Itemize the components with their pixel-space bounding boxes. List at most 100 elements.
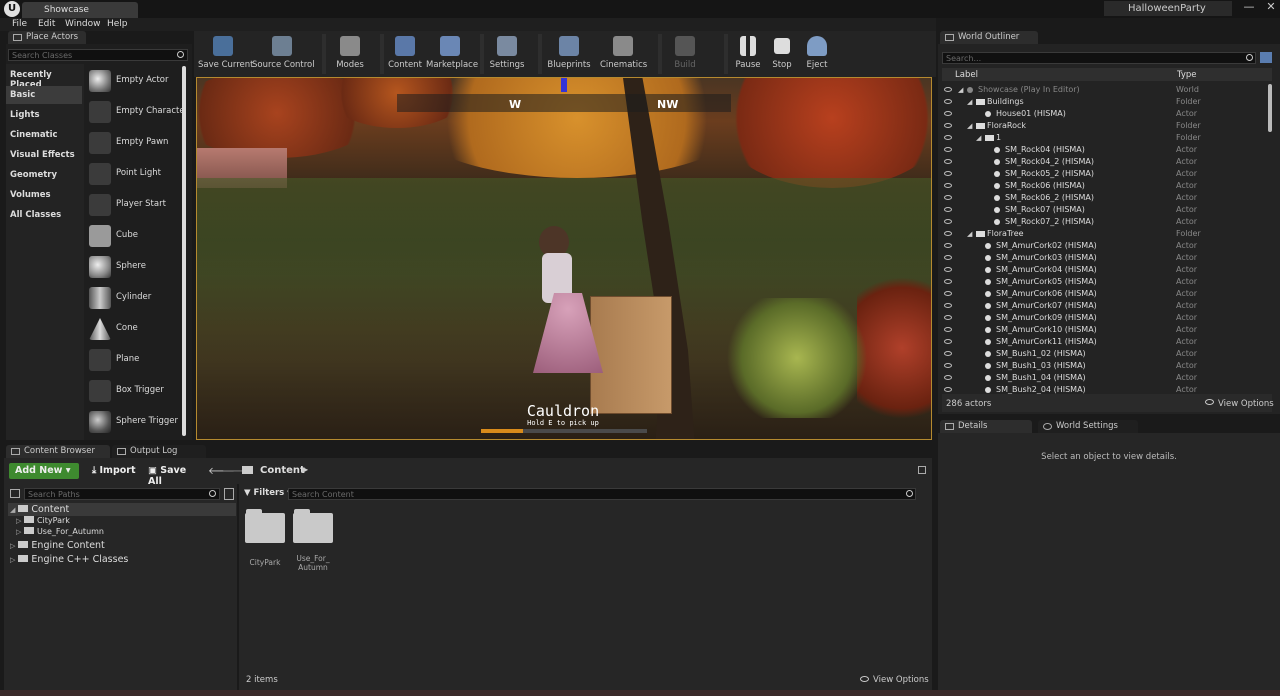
tree-item[interactable]: ◢ Content [10, 504, 69, 515]
marketplace-button[interactable]: Marketplace [426, 34, 478, 74]
visibility-eye-icon[interactable] [944, 267, 952, 272]
outliner-row[interactable]: ◢ Buildings Folder [942, 96, 1272, 108]
outliner-row[interactable]: SM_AmurCork02 (HISMA) Actor [942, 240, 1272, 252]
outliner-row[interactable]: SM_Rock04_2 (HISMA) Actor [942, 156, 1272, 168]
outliner-row[interactable]: SM_Rock06_2 (HISMA) Actor [942, 192, 1272, 204]
path-breadcrumb[interactable]: Content [260, 465, 305, 476]
folder-tree-icon[interactable] [10, 489, 20, 498]
outliner-row[interactable]: SM_Rock04 (HISMA) Actor [942, 144, 1272, 156]
outliner-row[interactable]: ◢ 1 Folder [942, 132, 1272, 144]
actor-player-start[interactable]: Player Start [86, 191, 180, 219]
actor-empty-pawn[interactable]: Empty Pawn [86, 129, 180, 157]
level-tab[interactable]: Showcase [22, 2, 138, 18]
outliner-row[interactable]: SM_Rock07_2 (HISMA) Actor [942, 216, 1272, 228]
outliner-row[interactable]: House01 (HISMA) Actor [942, 108, 1272, 120]
settings-button[interactable]: Settings [488, 34, 526, 74]
visibility-eye-icon[interactable] [944, 171, 952, 176]
visibility-eye-icon[interactable] [944, 387, 952, 392]
visibility-eye-icon[interactable] [944, 339, 952, 344]
menu-help[interactable]: Help [107, 19, 128, 29]
visibility-eye-icon[interactable] [944, 351, 952, 356]
expand-arrow-icon[interactable]: ◢ [967, 230, 972, 238]
expand-arrow-icon[interactable]: ◢ [976, 134, 981, 142]
visibility-eye-icon[interactable] [944, 243, 952, 248]
visibility-eye-icon[interactable] [944, 315, 952, 320]
search-classes-input[interactable]: Search Classes [8, 49, 188, 61]
add-new-button[interactable]: Add New ▾ [9, 463, 79, 479]
expand-arrow-icon[interactable]: ▷ [16, 528, 21, 536]
visibility-eye-icon[interactable] [944, 291, 952, 296]
chevron-right-icon[interactable]: ▶ [302, 465, 308, 474]
expand-arrow-icon[interactable]: ▷ [10, 542, 15, 550]
tab-world-outliner[interactable]: World Outliner [940, 31, 1038, 44]
content-view-options[interactable]: View Options [873, 675, 929, 685]
category-visual-effects[interactable]: Visual Effects [6, 146, 82, 164]
visibility-eye-icon[interactable] [944, 279, 952, 284]
outliner-row[interactable]: SM_AmurCork05 (HISMA) Actor [942, 276, 1272, 288]
search-content-input[interactable]: Search Content [288, 488, 916, 500]
visibility-eye-icon[interactable] [944, 99, 952, 104]
visibility-eye-icon[interactable] [944, 159, 952, 164]
tab-content-browser[interactable]: Content Browser [6, 445, 110, 458]
save-current-button[interactable]: Save Current [198, 34, 254, 74]
expand-arrow-icon[interactable]: ◢ [958, 86, 963, 94]
category-lights[interactable]: Lights [6, 106, 82, 124]
tab-output-log[interactable]: Output Log [112, 445, 206, 458]
visibility-eye-icon[interactable] [944, 195, 952, 200]
outliner-row[interactable]: SM_Bush1_03 (HISMA) Actor [942, 360, 1272, 372]
expand-arrow-icon[interactable]: ◢ [967, 122, 972, 130]
category-cinematic[interactable]: Cinematic [6, 126, 82, 144]
outliner-row[interactable]: ◢ FloraTree Folder [942, 228, 1272, 240]
content-button[interactable]: Content [386, 34, 424, 74]
menu-window[interactable]: Window [65, 19, 101, 29]
visibility-eye-icon[interactable] [944, 363, 952, 368]
cinematics-button[interactable]: Cinematics [600, 34, 647, 74]
tree-item[interactable]: ▷ Engine Content [10, 540, 105, 551]
stop-button[interactable]: Stop [768, 34, 796, 74]
actor-sphere-trigger[interactable]: Sphere Trigger [86, 408, 180, 436]
visibility-eye-icon[interactable] [944, 147, 952, 152]
expand-arrow-icon[interactable]: ▷ [16, 517, 21, 525]
eject-button[interactable]: Eject [802, 34, 832, 74]
game-viewport[interactable]: W NW Cauldron Hold E to pick up [196, 77, 932, 440]
menu-file[interactable]: File [12, 19, 27, 29]
visibility-eye-icon[interactable] [944, 255, 952, 260]
add-folder-icon[interactable] [1260, 52, 1272, 63]
outliner-search-input[interactable]: Search... [942, 52, 1256, 64]
outliner-row[interactable]: SM_AmurCork03 (HISMA) Actor [942, 252, 1272, 264]
visibility-eye-icon[interactable] [944, 375, 952, 380]
category-volumes[interactable]: Volumes [6, 186, 82, 204]
save-all-button[interactable]: ▣ Save All [142, 463, 202, 487]
search-paths-input[interactable]: Search Paths [24, 488, 220, 500]
category-basic[interactable]: Basic [6, 86, 82, 104]
visibility-eye-icon[interactable] [944, 303, 952, 308]
tree-item[interactable]: ▷ CityPark [16, 516, 70, 525]
minimize-button[interactable]: — [1240, 0, 1258, 14]
outliner-row[interactable]: SM_AmurCork04 (HISMA) Actor [942, 264, 1272, 276]
blueprints-button[interactable]: Blueprints [546, 34, 592, 74]
outliner-row[interactable]: ◢ Showcase (Play In Editor) World [942, 84, 1272, 96]
tab-world-settings[interactable]: World Settings [1038, 420, 1138, 433]
outliner-row[interactable]: ◢ FloraRock Folder [942, 120, 1272, 132]
pause-button[interactable]: Pause [732, 34, 764, 74]
actor-cube[interactable]: Cube [86, 222, 180, 250]
outliner-row[interactable]: SM_AmurCork07 (HISMA) Actor [942, 300, 1272, 312]
category-recently-placed[interactable]: Recently Placed [6, 66, 82, 90]
folder-use-for-autumn-icon[interactable] [293, 513, 333, 543]
expand-arrow-icon[interactable]: ▷ [10, 556, 15, 564]
outliner-row[interactable]: SM_AmurCork10 (HISMA) Actor [942, 324, 1272, 336]
outliner-row[interactable]: SM_Bush1_04 (HISMA) Actor [942, 372, 1272, 384]
actor-plane[interactable]: Plane [86, 346, 180, 374]
outliner-row[interactable]: SM_Rock07 (HISMA) Actor [942, 204, 1272, 216]
expand-arrow-icon[interactable]: ◢ [967, 98, 972, 106]
close-button[interactable]: ✕ [1262, 0, 1280, 14]
filters-button[interactable]: ▼ Filters ▾ [244, 488, 291, 498]
actor-point-light[interactable]: Point Light [86, 160, 180, 188]
category-all-classes[interactable]: All Classes [6, 206, 82, 224]
category-geometry[interactable]: Geometry [6, 166, 82, 184]
actor-empty-actor[interactable]: Empty Actor [86, 67, 180, 95]
lock-icon[interactable] [918, 466, 926, 474]
actor-cylinder[interactable]: Cylinder [86, 284, 180, 312]
tab-place-actors[interactable]: Place Actors [8, 31, 86, 44]
menu-edit[interactable]: Edit [38, 19, 55, 29]
